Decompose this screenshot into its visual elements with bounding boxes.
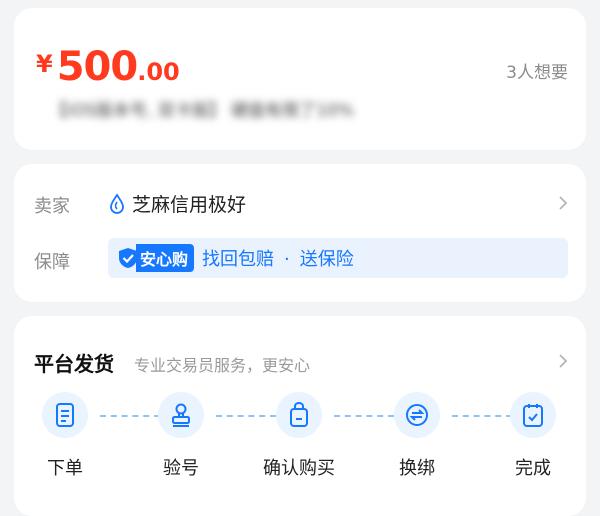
seller-credit[interactable]: 芝麻信用极好 xyxy=(108,190,246,217)
order-icon xyxy=(42,392,88,438)
seller-label: 卖家 xyxy=(34,196,70,217)
guarantee-banner[interactable]: 安心购 找回包赔 · 送保险 xyxy=(108,238,568,278)
delivery-subtitle: 专业交易员服务，更安心 xyxy=(134,356,311,375)
item-title-blurred: 【iOS版本号, 双卡版】 硬盘有限了10% xyxy=(50,101,354,121)
guarantee-label: 保障 xyxy=(34,252,70,273)
shopping-bag-icon xyxy=(276,392,322,438)
seller-card: 卖家 芝麻信用极好 保障 安心购 找回包赔 · 送保险 xyxy=(14,164,586,302)
chevron-right-icon[interactable] xyxy=(558,353,568,369)
step-label: 验号 xyxy=(163,458,199,479)
step-confirm: 确认购买 xyxy=(254,392,344,480)
step-label: 下单 xyxy=(47,458,83,479)
price: ¥500.00 xyxy=(36,44,180,90)
guarantee-item-insurance: 送保险 xyxy=(299,249,354,270)
wants-count: 3人想要 xyxy=(506,63,568,83)
step-complete: 完成 xyxy=(488,392,578,480)
step-label: 完成 xyxy=(515,458,551,479)
swap-icon xyxy=(394,392,440,438)
delivery-card: 平台发货 专业交易员服务，更安心 下单 验号 确认购买 换绑 完成 xyxy=(14,316,586,516)
price-decimal: .00 xyxy=(137,58,180,86)
badge-text: 安心购 xyxy=(136,244,195,272)
guarantee-text: 找回包赔 · 送保险 xyxy=(202,245,354,271)
delivery-title: 平台发货 xyxy=(34,352,114,376)
stamp-icon xyxy=(158,392,204,438)
price-currency: ¥ xyxy=(36,50,53,78)
price-integer: 500 xyxy=(56,44,138,90)
step-order: 下单 xyxy=(20,392,110,480)
guarantee-item-recover: 找回包赔 xyxy=(202,249,275,270)
step-rebind: 换绑 xyxy=(372,392,462,480)
sesame-credit-icon xyxy=(110,192,124,214)
anxin-badge: 安心购 xyxy=(118,244,195,272)
credit-text: 芝麻信用极好 xyxy=(132,194,247,216)
step-label: 换绑 xyxy=(399,458,435,479)
step-label: 确认购买 xyxy=(263,458,335,479)
guarantee-dot: · xyxy=(284,249,290,270)
calendar-check-icon xyxy=(510,392,556,438)
step-verify: 验号 xyxy=(136,392,226,480)
price-card: ¥500.00 3人想要 【iOS版本号, 双卡版】 硬盘有限了10% xyxy=(14,8,586,150)
shield-check-icon xyxy=(119,248,137,268)
chevron-right-icon[interactable] xyxy=(558,195,568,211)
